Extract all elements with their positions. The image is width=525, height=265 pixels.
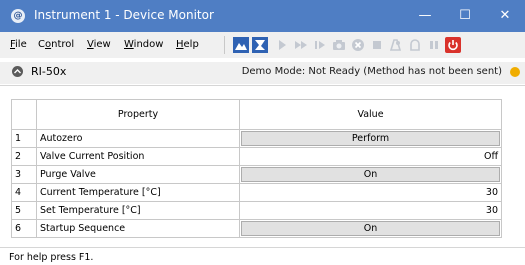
window-title: Instrument 1 - Device Monitor	[34, 8, 214, 22]
property-name: Purge Valve	[36, 165, 240, 184]
power-icon[interactable]	[445, 37, 461, 53]
menu-control[interactable]: Control	[38, 39, 74, 50]
close-button[interactable]: ✕	[485, 0, 525, 32]
property-name: Valve Current Position	[36, 147, 240, 166]
maximize-button[interactable]: ☐	[445, 0, 485, 32]
row-number: 5	[11, 201, 37, 220]
menu-view[interactable]: View	[87, 39, 111, 50]
value-cell: On	[239, 219, 502, 238]
status-bar-rule	[0, 247, 525, 248]
table-row: 5 Set Temperature [°C] 30	[11, 201, 502, 220]
stop-circle-icon	[350, 37, 366, 53]
title-bar: @ Instrument 1 - Device Monitor — ☐ ✕	[0, 0, 525, 32]
divider	[0, 85, 525, 86]
pump-icon	[388, 37, 404, 53]
value-cell: Off	[239, 147, 502, 166]
value-cell[interactable]: 30	[239, 201, 502, 220]
row-number-header	[11, 99, 37, 130]
lamp-icon	[407, 37, 423, 53]
autozero-perform-button[interactable]: Perform	[241, 131, 500, 146]
table-row: 2 Valve Current Position Off	[11, 147, 502, 166]
demo-status-text: Demo Mode: Not Ready (Method has not bee…	[241, 66, 502, 77]
menu-help[interactable]: Help	[176, 39, 199, 50]
method-icon[interactable]	[252, 37, 268, 53]
grid-header-row: Property Value	[11, 99, 502, 130]
property-name: Autozero	[36, 129, 240, 148]
startup-sequence-button[interactable]: On	[241, 221, 500, 236]
row-number: 1	[11, 129, 37, 148]
row-number: 3	[11, 165, 37, 184]
play-icon	[274, 37, 290, 53]
value-cell: 30	[239, 183, 502, 202]
app-logo-icon: @	[11, 9, 25, 23]
row-number: 2	[11, 147, 37, 166]
row-number: 6	[11, 219, 37, 238]
stop-icon	[369, 37, 385, 53]
menu-file[interactable]: File	[10, 39, 27, 50]
property-name: Startup Sequence	[36, 219, 240, 238]
status-clock-icon	[510, 67, 520, 77]
value-cell: On	[239, 165, 502, 184]
property-name: Current Temperature [°C]	[36, 183, 240, 202]
table-row: 6 Startup Sequence On	[11, 219, 502, 238]
mountain-icon[interactable]	[233, 37, 249, 53]
table-row: 1 Autozero Perform	[11, 129, 502, 148]
instrument-status-row: RI-50x Demo Mode: Not Ready (Method has …	[0, 62, 525, 84]
row-number: 4	[11, 183, 37, 202]
pause-icon	[426, 37, 442, 53]
collapse-icon[interactable]	[12, 66, 23, 77]
property-name: Set Temperature [°C]	[36, 201, 240, 220]
menu-window[interactable]: Window	[124, 39, 163, 50]
purge-valve-button[interactable]: On	[241, 167, 500, 182]
value-column-header: Value	[239, 99, 502, 130]
help-status-text: For help press F1.	[9, 252, 94, 263]
property-grid: Property Value 1 Autozero Perform 2 Valv…	[11, 99, 502, 238]
camera-icon	[331, 37, 347, 53]
step-icon	[312, 37, 328, 53]
value-cell: Perform	[239, 129, 502, 148]
toolbar-separator	[224, 36, 225, 54]
property-column-header: Property	[36, 99, 240, 130]
table-row: 4 Current Temperature [°C] 30	[11, 183, 502, 202]
instrument-name: RI-50x	[31, 65, 67, 78]
fast-forward-icon	[293, 37, 309, 53]
table-row: 3 Purge Valve On	[11, 165, 502, 184]
minimize-button[interactable]: —	[405, 0, 445, 32]
